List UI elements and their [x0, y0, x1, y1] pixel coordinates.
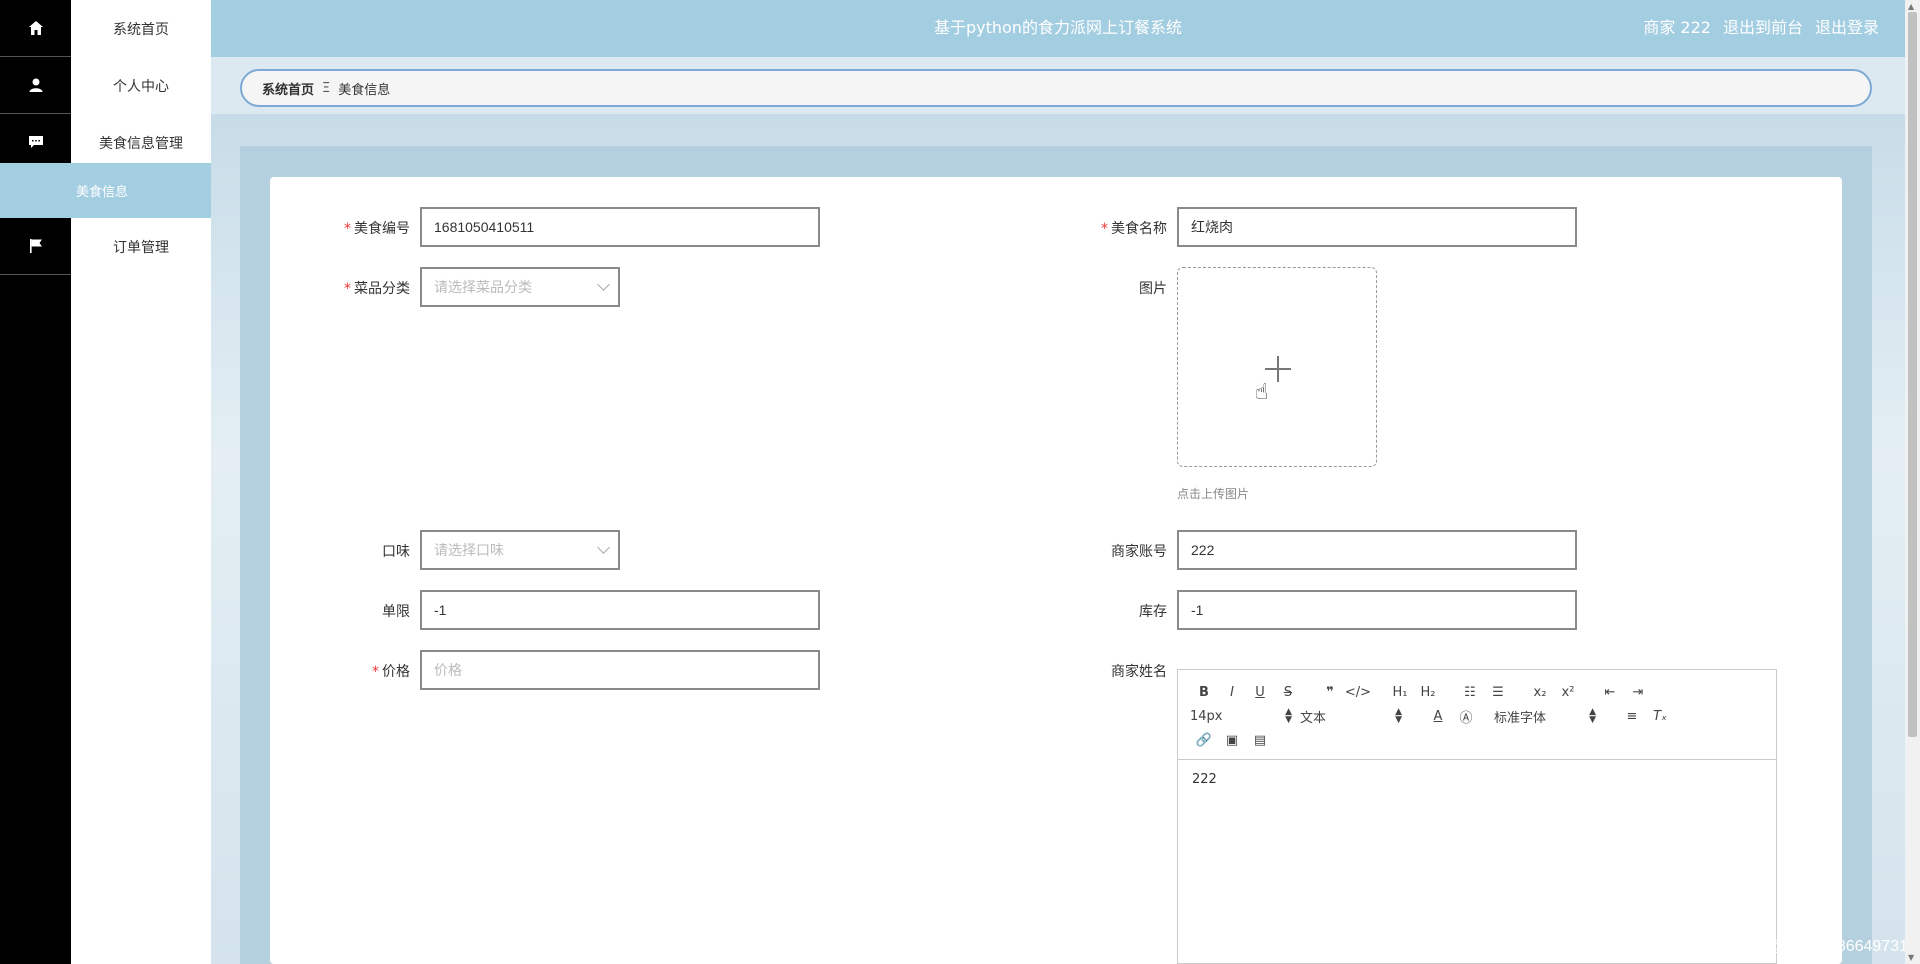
image-upload[interactable] — [1177, 267, 1377, 467]
flavor-placeholder: 请选择口味 — [434, 542, 504, 558]
sidebar-item-label: 系统首页 — [113, 21, 169, 38]
category-select[interactable]: 请选择菜品分类 — [420, 267, 620, 307]
breadcrumb: 系统首页 Ξ 美食信息 — [240, 69, 1872, 107]
editor-content[interactable]: 222 — [1178, 760, 1776, 799]
scroll-up-icon[interactable]: ▲ — [1908, 2, 1914, 11]
align-button[interactable]: ≡ — [1618, 709, 1646, 724]
merchant-account-label: 商家账号 — [1111, 544, 1167, 560]
required-mark: * — [344, 281, 351, 297]
top-header: 基于python的食力派网上订餐系统 商家 222 退出到前台 退出登录 — [211, 0, 1905, 57]
stock-label: 库存 — [1139, 604, 1167, 620]
food-code-input[interactable]: 1681050410511 — [420, 207, 820, 247]
limit-input[interactable]: -1 — [420, 590, 820, 630]
video-icon[interactable]: ▤ — [1246, 733, 1274, 748]
chevron-down-icon — [597, 278, 610, 291]
chevron-down-icon — [597, 541, 610, 554]
plus-icon-vertical — [1277, 356, 1279, 382]
font-size-select[interactable]: 14px ▲ ▼ — [1190, 708, 1300, 725]
food-code-label: * 美食编号 — [344, 221, 410, 237]
outdent-button[interactable]: ⇤ — [1596, 685, 1624, 700]
food-name-input[interactable]: 红烧肉 — [1177, 207, 1577, 247]
flag-icon — [0, 218, 71, 275]
sidebar-item-profile[interactable]: 个人中心 — [0, 57, 211, 114]
required-mark: * — [1101, 221, 1108, 237]
image-icon[interactable]: ▣ — [1218, 733, 1246, 748]
merchant-name-editor[interactable]: B I U S ❞ </> H₁ H₂ ☷ ☰ x₂ x² ⇤ ⇥ 14px ▲ ▼… — [1177, 669, 1777, 964]
flavor-select[interactable]: 请选择口味 — [420, 530, 620, 570]
scroll-down-icon[interactable]: ▼ — [1908, 953, 1914, 962]
header1-button[interactable]: H₁ — [1386, 685, 1414, 700]
sidebar-subitem-food-info[interactable]: 美食信息 — [0, 163, 211, 218]
breadcrumb-separator: Ξ — [322, 80, 331, 96]
upload-tip: 点击上传图片 — [1177, 487, 1250, 501]
italic-button[interactable]: I — [1218, 685, 1246, 700]
category-label: * 菜品分类 — [344, 281, 410, 297]
sidebar: 系统首页 个人中心 美食信息管理 美食信息 订单管理 — [0, 0, 211, 964]
price-input[interactable]: 价格 — [420, 650, 820, 690]
code-block-button[interactable]: </> — [1344, 685, 1372, 700]
category-placeholder: 请选择菜品分类 — [434, 279, 532, 295]
sidebar-item-orders[interactable]: 订单管理 — [0, 218, 211, 275]
back-to-front-link[interactable]: 退出到前台 — [1723, 0, 1803, 57]
stock-input[interactable]: -1 — [1177, 590, 1577, 630]
image-label: 图片 — [1139, 281, 1167, 297]
breadcrumb-current: 美食信息 — [338, 82, 391, 98]
link-icon[interactable]: 🔗 — [1190, 733, 1218, 748]
header2-button[interactable]: H₂ — [1414, 685, 1442, 700]
current-user: 商家 222 — [1643, 18, 1711, 37]
merchant-name-label: 商家姓名 — [1111, 664, 1167, 680]
sidebar-item-label: 订单管理 — [113, 239, 169, 256]
clear-format-button[interactable]: Tₓ — [1646, 709, 1674, 724]
hand-cursor-icon: ☝ — [1255, 380, 1269, 405]
background-color-button[interactable]: Ⓐ — [1452, 707, 1480, 726]
subscript-button[interactable]: x₂ — [1526, 685, 1554, 700]
flavor-label: 口味 — [382, 544, 410, 560]
limit-label: 单限 — [382, 604, 410, 620]
breadcrumb-home[interactable]: 系统首页 — [262, 79, 314, 98]
indent-button[interactable]: ⇥ — [1624, 685, 1652, 700]
blockquote-button[interactable]: ❞ — [1316, 685, 1344, 700]
sidebar-item-label: 美食信息管理 — [99, 135, 183, 152]
sidebar-item-label: 个人中心 — [113, 78, 169, 95]
superscript-button[interactable]: x² — [1554, 685, 1582, 700]
sidebar-item-label: 美食信息 — [76, 185, 129, 200]
watermark: CSDN @QQ_3786649731 — [1719, 938, 1908, 955]
price-label: * 价格 — [372, 664, 410, 680]
logout-link[interactable]: 退出登录 — [1815, 0, 1879, 57]
header-actions: 商家 222 退出到前台 退出登录 — [1643, 0, 1879, 57]
underline-button[interactable]: U — [1246, 685, 1274, 700]
strike-button[interactable]: S — [1274, 685, 1302, 700]
ordered-list-button[interactable]: ☷ — [1456, 685, 1484, 700]
required-mark: * — [372, 664, 379, 680]
merchant-account-input[interactable]: 222 — [1177, 530, 1577, 570]
editor-toolbar: B I U S ❞ </> H₁ H₂ ☷ ☰ x₂ x² ⇤ ⇥ 14px ▲ ▼… — [1178, 670, 1776, 760]
font-color-button[interactable]: A — [1424, 709, 1452, 724]
font-family-select[interactable]: 标准字体 ▲ ▼ — [1494, 707, 1604, 726]
food-name-label: * 美食名称 — [1101, 221, 1167, 237]
bold-button[interactable]: B — [1190, 685, 1218, 700]
scrollbar-thumb[interactable] — [1908, 12, 1917, 737]
sidebar-item-home[interactable]: 系统首页 — [0, 0, 211, 57]
text-type-select[interactable]: 文本 ▲ ▼ — [1300, 707, 1410, 726]
bullet-list-button[interactable]: ☰ — [1484, 685, 1512, 700]
page-scrollbar[interactable]: ▲ ▼ — [1905, 0, 1920, 964]
home-icon — [0, 0, 71, 57]
user-icon — [0, 57, 71, 114]
required-mark: * — [344, 221, 351, 237]
